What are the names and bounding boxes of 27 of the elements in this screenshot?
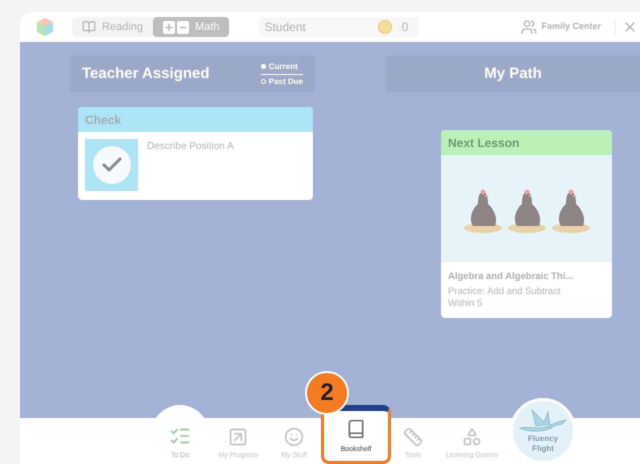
ruler-icon bbox=[403, 426, 423, 446]
lesson-domain: Algebra and Algebraic Thi... bbox=[448, 270, 574, 284]
section-title: Teacher Assigned bbox=[82, 64, 210, 84]
cube-logo-icon bbox=[35, 17, 55, 37]
family-center-button[interactable]: Family Center bbox=[521, 19, 601, 35]
assignment-title: Describe Position A bbox=[147, 140, 234, 154]
plus-minus-icon bbox=[162, 20, 189, 34]
section-title: My Path bbox=[484, 64, 542, 84]
shapes-icon bbox=[462, 426, 482, 446]
filter-option[interactable]: Current bbox=[260, 60, 303, 74]
subject-tab[interactable]: Math bbox=[152, 17, 230, 37]
card-header-label: Check bbox=[85, 112, 122, 128]
coin-icon bbox=[378, 20, 392, 34]
fluency-flight-button[interactable]: Fluency Flight bbox=[510, 398, 576, 464]
book-icon bbox=[346, 418, 366, 438]
people-icon bbox=[521, 19, 538, 35]
lesson-card[interactable]: Next Lesson Algebra and Algebraic Thi... Practice: Add and Subtract Within 5 bbox=[441, 130, 612, 318]
book-icon bbox=[82, 20, 96, 34]
card-header-label: Next Lesson bbox=[448, 134, 520, 152]
student-name: Student bbox=[264, 19, 307, 36]
assignment-card[interactable]: Check Describe Position A bbox=[78, 107, 313, 200]
coin-count: 0 bbox=[402, 19, 408, 36]
filter-option[interactable]: Past Due bbox=[260, 74, 303, 88]
arrow-square-icon bbox=[228, 426, 248, 446]
smile-icon bbox=[284, 426, 304, 446]
lesson-description: Practice: Add and Subtract Within 5 bbox=[448, 286, 562, 310]
subject-tab[interactable]: Reading bbox=[72, 17, 153, 37]
